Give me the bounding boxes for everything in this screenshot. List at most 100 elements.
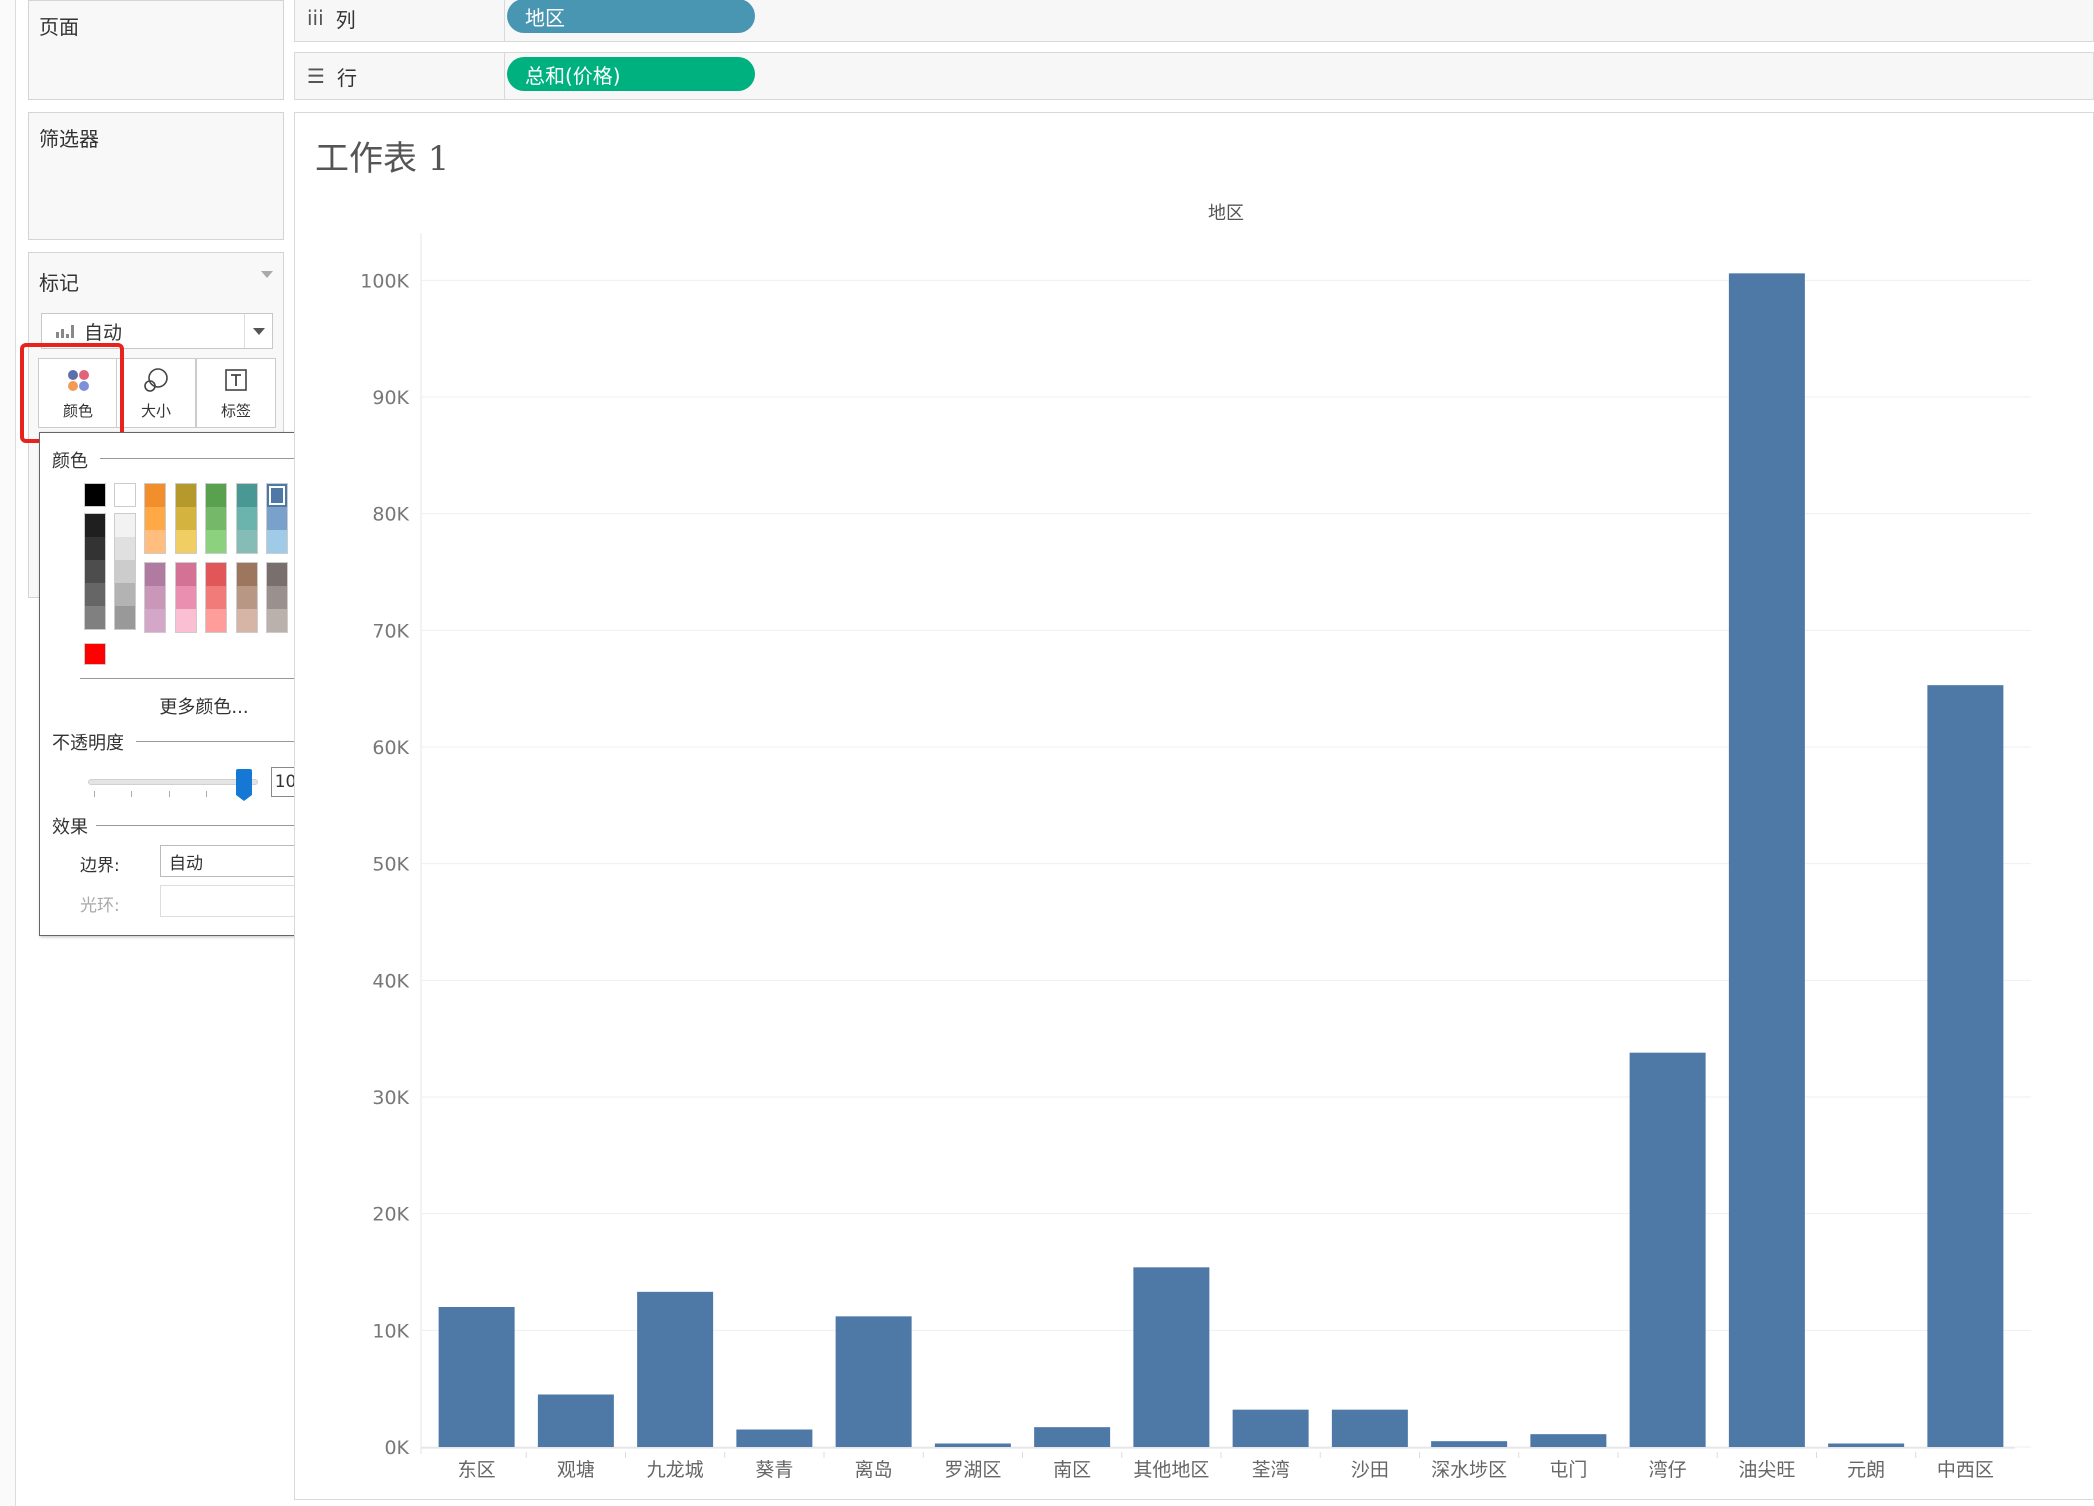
columns-icon: iii — [307, 6, 324, 30]
x-tick-label: 东区 — [458, 1459, 496, 1481]
rows-shelf-label: ☰ 行 — [295, 53, 505, 99]
x-tick-label: 荃湾 — [1252, 1459, 1290, 1481]
y-tick-label: 40K — [372, 970, 409, 992]
y-tick-label: 30K — [372, 1087, 409, 1109]
color-button-highlight — [20, 343, 124, 443]
border-label: 边界: — [80, 856, 120, 876]
y-tick-label: 50K — [372, 854, 409, 876]
text-label-icon — [225, 369, 247, 391]
rows-icon: ☰ — [307, 64, 325, 88]
palette-divider — [80, 678, 328, 679]
color-swatch-group-top[interactable] — [174, 483, 197, 554]
size-circles-icon — [144, 368, 168, 392]
label-button[interactable]: 标签 — [196, 358, 276, 428]
x-tick-label: 深水埗区 — [1431, 1459, 1507, 1481]
y-tick-label: 70K — [372, 620, 409, 642]
bar[interactable] — [1629, 1052, 1706, 1447]
color-swatch-gray-ramp-dark[interactable] — [84, 513, 106, 630]
color-swatch-group-top[interactable] — [205, 483, 227, 554]
x-tick-label: 元朗 — [1847, 1459, 1885, 1481]
rows-label: 行 — [336, 65, 357, 90]
label-button-label: 标签 — [220, 402, 251, 420]
columns-label: 列 — [335, 7, 356, 32]
x-tick-label: 葵青 — [755, 1459, 793, 1481]
filters-title: 筛选器 — [39, 127, 99, 151]
y-tick-label: 100K — [360, 270, 409, 292]
x-tick-label: 离岛 — [855, 1459, 893, 1481]
bar[interactable] — [1431, 1441, 1508, 1447]
bar[interactable] — [1133, 1267, 1210, 1447]
size-button[interactable]: 大小 — [116, 358, 196, 428]
bar[interactable] — [537, 1394, 614, 1448]
color-swatch-custom-red[interactable] — [84, 643, 106, 665]
bar-chart: 地区 0K 10K 20K 30K 40K 50K 60K 70K 80K 90K 100K 东区 观塘 九… — [360, 203, 2031, 1481]
border-select-value: 自动 — [169, 853, 203, 874]
color-swatch-group-bottom[interactable] — [174, 562, 197, 633]
bar[interactable] — [1331, 1409, 1408, 1447]
y-tick-label: 0K — [384, 1437, 409, 1459]
color-swatch-black[interactable] — [84, 483, 106, 507]
x-tick-label: 罗湖区 — [944, 1459, 1001, 1481]
mark-type-value: 自动 — [84, 321, 123, 344]
pages-card[interactable]: 页面 — [28, 0, 284, 100]
columns-shelf[interactable]: iii 列 地区 — [294, 0, 2094, 42]
marks-menu-caret-icon[interactable] — [261, 271, 273, 278]
bar[interactable] — [1828, 1443, 1905, 1448]
sum-price-row-pill[interactable]: 总和(价格) — [507, 57, 755, 91]
region-column-pill[interactable]: 地区 — [507, 0, 755, 33]
color-swatch-group-top[interactable] — [144, 483, 166, 554]
bar[interactable] — [1232, 1409, 1309, 1447]
x-tick-label: 观塘 — [557, 1459, 595, 1481]
x-tick-label: 南区 — [1053, 1459, 1091, 1481]
color-swatch-group-bottom[interactable] — [235, 562, 258, 633]
marks-title: 标记 — [39, 271, 79, 295]
color-section-title: 颜色 — [52, 447, 96, 473]
slider-tick — [206, 791, 207, 797]
size-button-label: 大小 — [140, 402, 171, 420]
halo-label: 光环: — [80, 896, 120, 916]
color-swatch-group-bottom[interactable] — [205, 562, 227, 633]
opacity-slider-track[interactable] — [88, 779, 258, 785]
color-swatch-group-top[interactable] — [266, 483, 288, 554]
x-tick-label: 中西区 — [1937, 1459, 1994, 1481]
y-tick-label: 20K — [372, 1204, 409, 1226]
column-header-region: 地区 — [1208, 203, 1244, 224]
slider-tick — [131, 791, 132, 797]
y-tick-label: 60K — [372, 737, 409, 759]
x-tick-label: 九龙城 — [647, 1459, 704, 1481]
bar-mark-icon — [56, 324, 74, 338]
x-tick-label: 湾仔 — [1649, 1459, 1687, 1481]
effects-section-title: 效果 — [52, 813, 96, 839]
filters-card[interactable]: 筛选器 — [28, 112, 284, 240]
slider-tick — [94, 791, 95, 797]
opacity-slider-thumb[interactable] — [236, 769, 252, 801]
pages-title: 页面 — [39, 15, 79, 39]
columns-shelf-label: iii 列 — [295, 0, 505, 41]
color-swatch-group-top[interactable] — [235, 483, 258, 554]
color-swatch-group-bottom[interactable] — [144, 562, 166, 633]
bar[interactable] — [934, 1443, 1011, 1448]
y-tick-label: 90K — [372, 387, 409, 409]
x-tick-label: 其他地区 — [1133, 1459, 1209, 1481]
bar[interactable] — [1927, 685, 2004, 1447]
left-edge-strip — [0, 0, 16, 1506]
bar[interactable] — [1530, 1434, 1607, 1447]
x-tick-label: 油尖旺 — [1738, 1459, 1795, 1481]
worksheet-view: 工作表 1 地区 0K 10K 20K 30K 40K 50K 60K 70K 80K 90K 100… — [294, 112, 2094, 1500]
bar[interactable] — [637, 1291, 714, 1447]
bar[interactable] — [438, 1307, 515, 1447]
bar[interactable] — [1034, 1427, 1111, 1447]
bar[interactable] — [1728, 273, 1805, 1448]
bar[interactable] — [736, 1429, 813, 1448]
rows-shelf[interactable]: ☰ 行 总和(价格) — [294, 52, 2094, 100]
slider-tick — [169, 791, 170, 797]
x-tick-label: 沙田 — [1351, 1459, 1389, 1481]
color-swatch-gray-ramp-light[interactable] — [114, 513, 136, 630]
bar[interactable] — [835, 1316, 912, 1447]
chevron-down-icon[interactable] — [244, 314, 272, 348]
color-swatch-white[interactable] — [114, 483, 136, 507]
opacity-section-title: 不透明度 — [52, 729, 132, 755]
color-swatch-group-bottom[interactable] — [266, 562, 288, 633]
x-tick-label: 屯门 — [1549, 1459, 1587, 1481]
tableau-workspace: 页面 筛选器 标记 自动 颜色 大小 标签 颜色 更多颜色... 不透明度 效果… — [0, 0, 2094, 1506]
